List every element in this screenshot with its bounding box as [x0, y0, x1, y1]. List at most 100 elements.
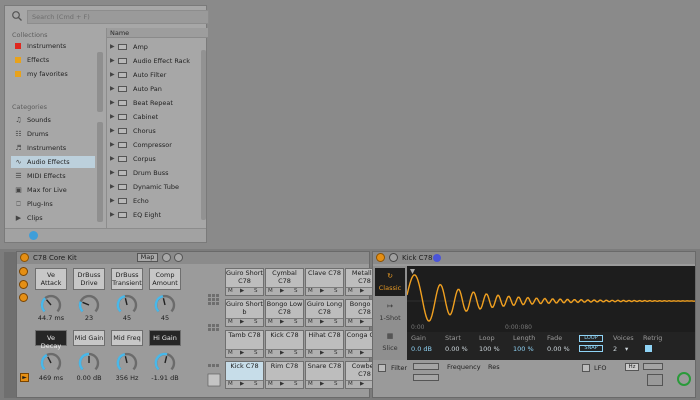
mode-one-shot[interactable]: ↦ 1-Shot	[375, 298, 405, 326]
simpler-power-button[interactable]	[376, 253, 385, 262]
browser-item[interactable]: ▶ EQ Eight	[107, 209, 205, 221]
search-icon[interactable]	[11, 10, 23, 22]
pad-solo-button[interactable]: S	[254, 381, 258, 388]
pad-play-button[interactable]: ▶	[360, 381, 364, 388]
gain-value[interactable]: 0.0 dB	[411, 345, 432, 353]
filter-type-dropdown[interactable]	[413, 363, 439, 370]
pad-play-button[interactable]: ▶	[240, 350, 244, 357]
macro-knob[interactable]	[78, 352, 100, 374]
macro-knob[interactable]	[40, 352, 62, 374]
map-button[interactable]: Map	[137, 253, 158, 262]
pad-play-button[interactable]: ▶	[360, 288, 364, 295]
chevron-right-icon[interactable]: ▶	[110, 125, 116, 137]
simpler-title-bar[interactable]: Kick C78	[373, 252, 695, 264]
pad-play-button[interactable]: ▶	[320, 288, 324, 295]
collection-item[interactable]: Effects	[11, 54, 95, 66]
drum-pad[interactable]: Guiro Long C78 M ▶ S	[305, 299, 344, 327]
pad-mute-button[interactable]: M	[268, 288, 273, 295]
drum-pad[interactable]: Guiro Short C78 M ▶ S	[225, 268, 264, 296]
macro-label-top[interactable]: DrBuss Transient	[111, 268, 143, 290]
category-item[interactable]: ▣ Max for Live	[11, 184, 95, 196]
pad-play-button[interactable]: ▶	[240, 288, 244, 295]
macro-label-top[interactable]: DrBuss Drive	[73, 268, 105, 290]
pad-play-button[interactable]: ▶	[280, 350, 284, 357]
drum-pad[interactable]: Snare C78 M ▶ S	[305, 361, 344, 389]
pad-mute-button[interactable]: M	[228, 319, 233, 326]
pad-mute-button[interactable]: M	[348, 350, 353, 357]
pad-play-button[interactable]: ▶	[280, 319, 284, 326]
pad-play-button[interactable]: ▶	[320, 350, 324, 357]
show-macros-icon[interactable]	[19, 267, 28, 276]
category-item[interactable]: ☷ Drums	[11, 128, 95, 140]
drum-pad[interactable]: Kick C78 M ▶ S	[265, 330, 304, 358]
globe-icon[interactable]	[29, 231, 38, 240]
lfo-amount-knob[interactable]	[677, 372, 691, 386]
browser-item[interactable]: ▶ Auto Pan	[107, 83, 205, 95]
pad-play-button[interactable]: ▶	[280, 288, 284, 295]
drum-pad[interactable]: Tamb C78 M ▶ S	[225, 330, 264, 358]
chevron-right-icon[interactable]: ▶	[110, 181, 116, 193]
pad-solo-button[interactable]: S	[334, 381, 338, 388]
loop-value[interactable]: 100 %	[479, 345, 500, 353]
category-item[interactable]: ♫ Sounds	[11, 114, 95, 126]
waveform-display[interactable]: 0:00 0:00:080	[406, 266, 696, 332]
filter-toggle[interactable]	[378, 364, 386, 372]
pad-play-button[interactable]: ▶	[360, 319, 364, 326]
macro-label-bottom[interactable]: Mid Freq	[111, 330, 143, 346]
browser-item[interactable]: ▶ Beat Repeat	[107, 97, 205, 109]
fade-value[interactable]: 0.00 %	[547, 345, 570, 353]
browser-item[interactable]: ▶ Compressor	[107, 139, 205, 151]
macro-label-top[interactable]: Comp Amount	[149, 268, 181, 290]
name-column-header[interactable]: Name	[107, 28, 208, 38]
pad-solo-button[interactable]: S	[334, 350, 338, 357]
browser-item[interactable]: ▶ Auto Filter	[107, 69, 205, 81]
macro-knob[interactable]	[154, 352, 176, 374]
start-value[interactable]: 0.00 %	[445, 345, 468, 353]
pad-play-button[interactable]: ▶	[280, 381, 284, 388]
browser-item[interactable]: ▶ Audio Effect Rack	[107, 55, 205, 67]
loop-toggle[interactable]: LOOP	[579, 335, 603, 342]
chevron-right-icon[interactable]: ▶	[110, 83, 116, 95]
macro-knob[interactable]	[78, 294, 100, 316]
pad-overview[interactable]	[207, 274, 221, 396]
length-value[interactable]: 100 %	[513, 345, 534, 353]
sidebar-scrollbar-lower[interactable]	[97, 122, 103, 222]
drum-pad[interactable]: Rim C78 M ▶ S	[265, 361, 304, 389]
play-icon[interactable]	[389, 253, 398, 262]
variations-icon[interactable]	[174, 253, 183, 262]
macro-label-top[interactable]: Ve Attack	[35, 268, 67, 290]
filter-slope-dropdown[interactable]	[413, 374, 439, 381]
pad-mute-button[interactable]: M	[308, 319, 313, 326]
pad-play-button[interactable]: ▶	[240, 319, 244, 326]
device-side-tab[interactable]	[4, 252, 16, 398]
show-chains-icon[interactable]	[19, 280, 28, 289]
chevron-right-icon[interactable]: ▶	[110, 153, 116, 165]
voices-value[interactable]: 2	[613, 345, 617, 353]
macro-knob[interactable]	[116, 294, 138, 316]
pad-solo-button[interactable]: S	[254, 319, 258, 326]
sidebar-scrollbar[interactable]	[97, 52, 103, 112]
pad-play-button[interactable]: ▶	[360, 350, 364, 357]
lfo-wave-dropdown[interactable]	[643, 363, 663, 370]
hz-button[interactable]: Hz	[625, 363, 639, 371]
browser-item[interactable]: ▶ Corpus	[107, 153, 205, 165]
pad-mute-button[interactable]: M	[308, 350, 313, 357]
mode-classic[interactable]: ↻ Classic	[375, 268, 405, 296]
browser-item[interactable]: ▶ Amp	[107, 41, 205, 53]
browser-item[interactable]: ▶ Drum Buss	[107, 167, 205, 179]
search-input[interactable]: Search (Cmd + F)	[27, 10, 209, 24]
macro-knob[interactable]	[116, 352, 138, 374]
pad-mute-button[interactable]: M	[348, 288, 353, 295]
macro-label-bottom[interactable]: Hi Gain	[149, 330, 181, 346]
drum-pad[interactable]: Hihat C78 M ▶ S	[305, 330, 344, 358]
collection-item[interactable]: Instruments	[11, 40, 95, 52]
category-item[interactable]: ∿ Audio Effects	[11, 156, 95, 168]
category-item[interactable]: ▶ Clips	[11, 212, 95, 224]
pad-solo-button[interactable]: S	[254, 288, 258, 295]
pad-solo-button[interactable]: S	[334, 288, 338, 295]
chevron-right-icon[interactable]: ▶	[110, 55, 116, 67]
start-marker-icon[interactable]	[410, 269, 415, 274]
pad-play-button[interactable]: ▶	[240, 381, 244, 388]
category-item[interactable]: ☰ MIDI Effects	[11, 170, 95, 182]
macro-knob[interactable]	[154, 294, 176, 316]
